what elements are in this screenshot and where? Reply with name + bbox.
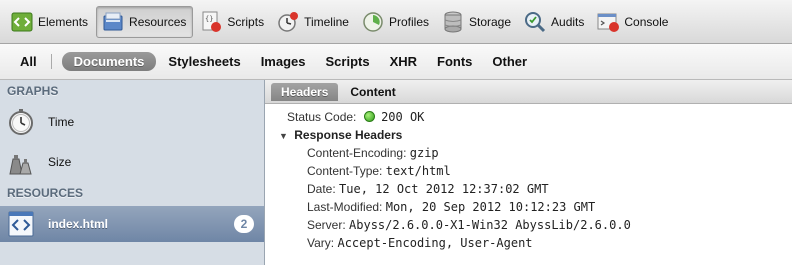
resources-heading: RESOURCES [7,186,84,200]
filter-stylesheets[interactable]: Stylesheets [158,54,250,69]
filter-other[interactable]: Other [482,54,537,69]
sidebar-item-time-label: Time [48,115,75,129]
graphs-heading: GRAPHS [7,84,59,98]
storage-tab-label: Storage [469,14,512,29]
request-count-badge: 2 [234,215,254,233]
panel-toolbar: Elements Resources {} Scripts Timeline P… [0,0,792,44]
audits-tab-label: Audits [551,14,585,29]
disclosure-triangle-icon[interactable]: ▼ [279,127,288,145]
response-headers-label: Response Headers [294,128,403,142]
console-icon [597,13,620,32]
elements-tab[interactable]: Elements [6,6,94,38]
header-row: Server: Abyss/2.6.0.0-X1-Win32 AbyssLib/… [265,216,792,234]
storage-tab[interactable]: Storage [437,6,517,38]
sidebar-item-index-html[interactable]: index.html 2 [0,206,264,242]
status-code-value: 200 OK [381,110,425,124]
filter-all[interactable]: All [10,54,52,69]
resource-label: index.html [48,217,109,231]
filter-images[interactable]: Images [251,54,316,69]
header-value: Tue, 12 Oct 2012 12:37:02 GMT [339,182,549,196]
sidebar-item-size[interactable]: Size [0,142,264,182]
resources-tab-label: Resources [129,14,187,29]
header-value: text/html [385,164,451,178]
resources-tab[interactable]: Resources [96,5,194,38]
sidebar-item-time[interactable]: Time [0,102,264,142]
elements-tab-label: Elements [38,14,89,29]
weights-icon [9,155,32,175]
header-key: Last-Modified: [307,200,383,214]
resources-icon [103,12,123,30]
header-key: Content-Encoding: [307,146,407,160]
response-headers-toggle[interactable]: ▼ Response Headers [265,126,792,144]
resource-detail-panel: Headers Content Status Code: 200 OK ▼ Re… [265,80,792,265]
response-headers-list: Content-Encoding: gzip Content-Type: text… [265,144,792,252]
elements-icon [11,12,33,31]
timeline-tab-label: Timeline [304,14,349,29]
header-value: Accept-Encoding, User-Agent [337,236,533,250]
header-row: Content-Type: text/html [265,162,792,180]
audits-icon [525,11,546,32]
stopwatch-icon [9,109,33,135]
header-key: Vary: [307,236,335,250]
resources-sidebar: GRAPHS Time Size RESOURCES index.html 2 [0,80,265,265]
console-tab-label: Console [624,14,669,29]
header-row: Vary: Accept-Encoding, User-Agent [265,234,792,252]
console-tab[interactable]: Console [592,6,674,38]
header-row: Last-Modified: Mon, 20 Sep 2012 10:12:23… [265,198,792,216]
timeline-icon [278,11,299,32]
storage-icon [444,11,462,32]
profiles-tab[interactable]: Profiles [357,6,435,38]
audits-tab[interactable]: Audits [519,6,590,38]
headers-view: Status Code: 200 OK ▼ Response Headers C… [265,104,792,252]
sidebar-item-size-label: Size [48,155,72,169]
header-key: Content-Type: [307,164,383,178]
profiles-icon [363,11,383,32]
header-row: Content-Encoding: gzip [265,144,792,162]
header-key: Date: [307,182,336,196]
scripts-tab[interactable]: {} Scripts [195,6,270,38]
tab-content[interactable]: Content [340,83,405,101]
svg-text:{}: {} [205,15,213,23]
profiles-tab-label: Profiles [388,14,429,29]
timeline-tab[interactable]: Timeline [272,6,355,38]
header-value: gzip [409,146,439,160]
resource-tab-strip: Headers Content [265,80,792,104]
filter-fonts[interactable]: Fonts [427,54,482,69]
header-key: Server: [307,218,346,232]
header-value: Abyss/2.6.0.0-X1-Win32 AbyssLib/2.6.0.0 [349,218,631,232]
status-code-key: Status Code: [287,110,357,124]
filter-xhr[interactable]: XHR [380,54,427,69]
header-row: Date: Tue, 12 Oct 2012 12:37:02 GMT [265,180,792,198]
status-ok-icon [363,111,375,122]
header-value: Mon, 20 Sep 2012 10:12:23 GMT [385,200,596,214]
tab-headers[interactable]: Headers [271,82,339,101]
scripts-tab-label: Scripts [227,14,265,29]
resource-type-filter-bar: All Documents Stylesheets Images Scripts… [0,44,792,80]
html-document-icon [8,211,34,237]
filter-scripts[interactable]: Scripts [316,54,380,69]
status-code-row: Status Code: 200 OK [265,108,792,126]
scripts-icon: {} [202,11,222,32]
filter-documents[interactable]: Documents [61,52,157,71]
